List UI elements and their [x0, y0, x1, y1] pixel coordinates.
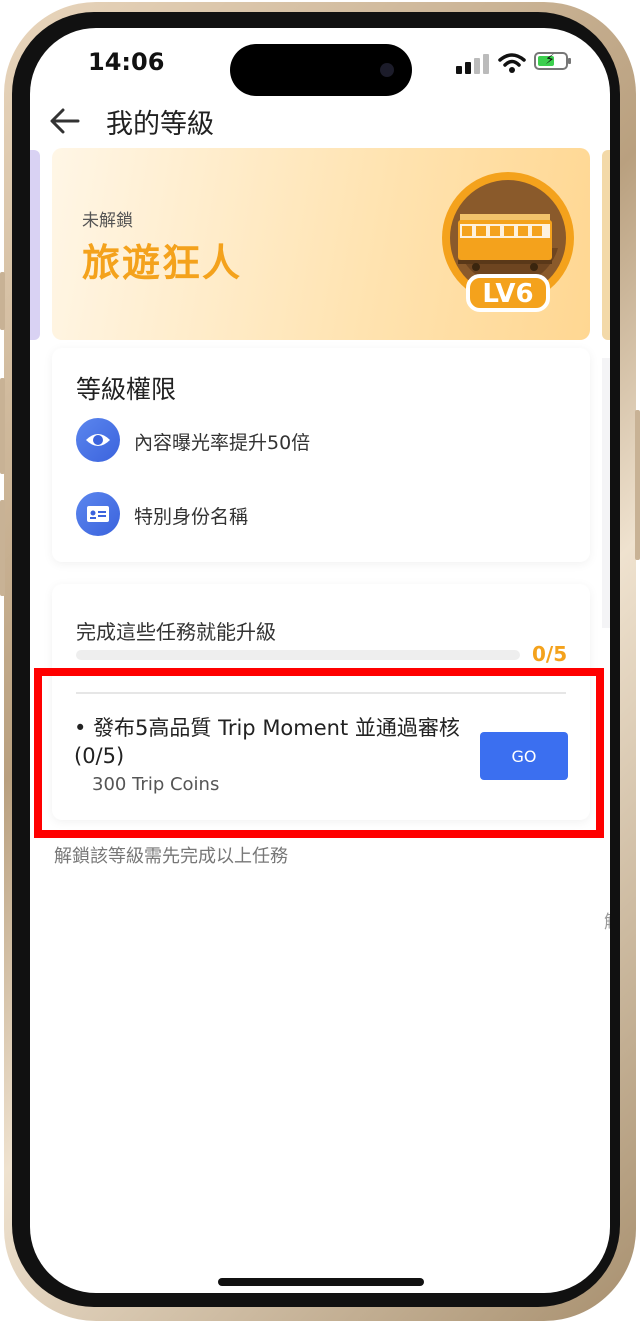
- progress-count: 0/5: [532, 642, 568, 666]
- signal-icon: [456, 54, 490, 74]
- unlock-footnote: 解鎖該等級需先完成以上任務: [54, 846, 288, 867]
- perks-title: 等級權限: [76, 375, 177, 404]
- status-time: 14:06: [88, 48, 165, 76]
- next-footnote-peek: 解: [604, 908, 610, 934]
- eye-icon: [76, 418, 120, 462]
- level-card: 未解鎖 旅遊狂人 LV6: [52, 148, 590, 340]
- dynamic-island: [230, 44, 412, 96]
- page-title: 我的等級: [106, 109, 214, 140]
- back-arrow-icon[interactable]: [48, 104, 82, 138]
- level-name: 旅遊狂人: [82, 241, 243, 285]
- next-level-card-peek[interactable]: [602, 150, 610, 340]
- action-button: [0, 272, 5, 330]
- battery-icon: ⚡: [534, 52, 571, 70]
- id-card-icon: [76, 492, 120, 536]
- prev-level-card-peek[interactable]: [30, 150, 40, 340]
- progress-bar: [76, 650, 520, 660]
- perk-label: 特別身份名稱: [134, 506, 249, 528]
- highlight-box: [34, 668, 604, 838]
- perk-label: 內容曝光率提升50倍: [134, 432, 311, 454]
- perks-card: 等級權限 內容曝光率提升50倍 特別身份名稱: [52, 348, 590, 562]
- power-button: [635, 410, 640, 560]
- locked-label: 未解鎖: [82, 211, 133, 231]
- screen: 14:06 ⚡ 我的等級 未解鎖 旅遊狂人 LV6 等級權限 內容曝光率提升50…: [30, 28, 610, 1293]
- badge-level-text: LV6: [482, 279, 533, 309]
- wifi-icon: [498, 53, 526, 73]
- task-heading: 完成這些任務就能升級: [76, 620, 276, 644]
- volume-down-button: [0, 500, 5, 596]
- home-indicator[interactable]: [218, 1278, 424, 1286]
- volume-up-button: [0, 378, 5, 474]
- camera: [380, 63, 394, 77]
- next-perks-card-peek: [602, 358, 610, 628]
- tram-badge-icon: LV6: [442, 172, 574, 312]
